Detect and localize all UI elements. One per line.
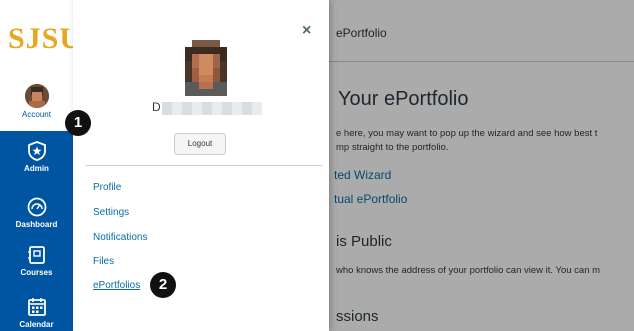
step-badge-1: 1 <box>65 110 91 136</box>
avatar <box>24 84 49 108</box>
global-nav: SJSU Account Admin Dashboard Courses Cal… <box>0 0 81 331</box>
nav-account-label: Account <box>22 110 51 119</box>
logout-button[interactable]: Logout <box>174 133 226 155</box>
step-badge-2: 2 <box>150 272 176 298</box>
nav-account[interactable]: Account <box>0 84 73 119</box>
sjsu-logo[interactable]: SJSU <box>8 22 82 56</box>
dashboard-gauge-icon <box>27 197 46 217</box>
shield-star-icon <box>27 141 46 161</box>
nav-calendar-label: Calendar <box>19 320 54 329</box>
nav-courses[interactable]: Courses <box>0 244 73 277</box>
nav-dashboard[interactable]: Dashboard <box>0 196 73 229</box>
tray-link-profile[interactable]: Profile <box>93 182 121 193</box>
user-name-initial: D <box>152 100 161 114</box>
nav-dashboard-label: Dashboard <box>15 220 58 229</box>
user-name: D <box>152 100 262 116</box>
user-name-redacted <box>162 102 262 115</box>
tray-link-files[interactable]: Files <box>93 256 114 267</box>
tray-link-eportfolios[interactable]: ePortfolios <box>93 280 140 291</box>
nav-calendar[interactable]: Calendar <box>0 296 73 329</box>
calendar-icon <box>27 298 46 316</box>
close-icon[interactable]: × <box>302 22 311 40</box>
tray-link-notifications[interactable]: Notifications <box>93 232 147 243</box>
profile-avatar <box>178 40 234 96</box>
tray-divider <box>86 165 322 166</box>
nav-courses-label: Courses <box>20 268 53 277</box>
tray-link-settings[interactable]: Settings <box>93 207 129 218</box>
nav-admin-label: Admin <box>24 164 49 173</box>
nav-admin[interactable]: Admin <box>0 140 73 173</box>
courses-book-icon <box>27 246 45 264</box>
